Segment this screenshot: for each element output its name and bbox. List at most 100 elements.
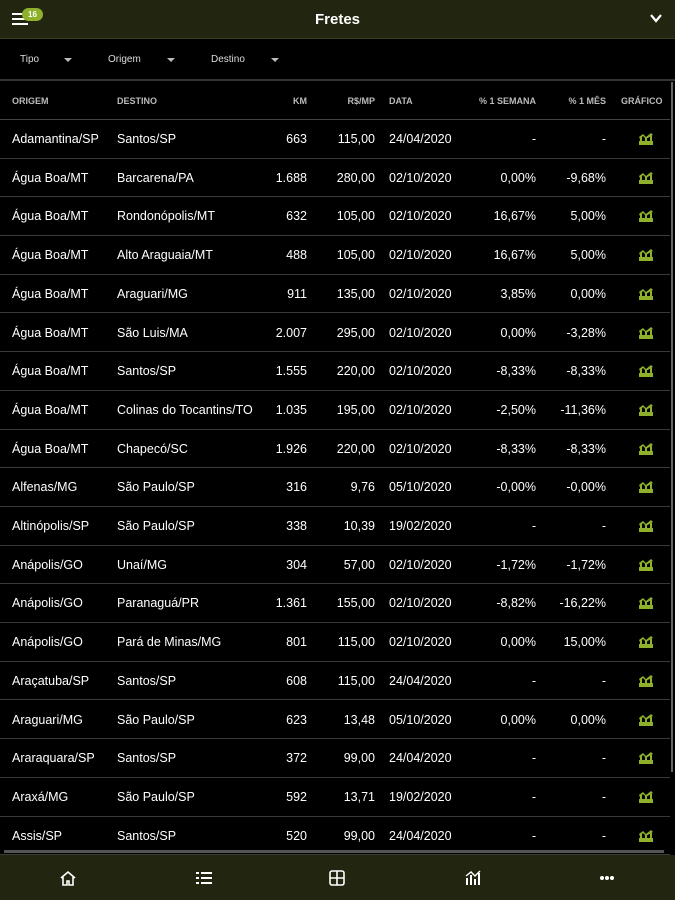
table-row[interactable]: Anápolis/GO Paranaguá/PR 1.361 155,00 02/10/… [0,584,670,624]
cell-destino: São Paulo/SP [117,712,195,727]
table-row[interactable]: Água Boa/MT Chapecó/SC 1.926 220,00 02/10/20… [0,430,670,469]
cell-km: 338 [286,519,307,533]
cell-origem: Anápolis/GO [12,635,83,650]
chart-icon[interactable] [638,558,654,572]
horizontal-scrollbar[interactable] [4,850,664,853]
chart-icon[interactable] [638,635,654,649]
chart-icon[interactable] [638,248,654,262]
chart-icon[interactable] [638,674,654,688]
table-row[interactable]: Água Boa/MT Araguari/MG 911 135,00 02/10/202… [0,275,670,314]
cell-destino: Santos/SP [117,828,177,843]
chart-icon[interactable] [638,480,654,494]
cell-pct-semana: 0,00% [500,325,536,340]
cell-data: 02/10/2020 [389,557,452,572]
table-row[interactable]: Água Boa/MT Rondonópolis/MT 632 105,00 02/10… [0,197,670,237]
more-icon[interactable] [597,869,617,887]
cell-data: 19/02/2020 [389,789,452,804]
chart-icon[interactable] [638,713,654,727]
cell-data: 02/10/2020 [389,402,452,417]
chart-icon[interactable] [638,442,654,456]
cell-rs-mp: 155,00 [336,596,375,611]
home-icon[interactable] [58,869,78,887]
filter-tipo[interactable]: Tipo [20,54,72,65]
cell-pct-semana: 0,00% [500,635,536,650]
filter-label: Origem [108,54,141,65]
table-row[interactable]: Anápolis/GO Pará de Minas/MG 801 115,00 02/1… [0,623,670,662]
cell-km: 1.035 [275,402,307,417]
cell-pct-mes: -8,33% [566,441,606,456]
table-row[interactable]: Água Boa/MT Santos/SP 1.555 220,00 02/10/202… [0,352,670,391]
cell-km: 520 [286,828,307,843]
table-row[interactable]: Araguari/MG São Paulo/SP 623 13,48 05/10/202… [0,701,670,740]
cell-pct-semana: - [531,673,536,688]
cell-origem: Água Boa/MT [12,170,89,185]
table-row[interactable]: Alfenas/MG São Paulo/SP 316 9,76 05/10/2020 -… [0,468,670,507]
table-row[interactable]: Araraquara/SP Santos/SP 372 99,00 24/04/2020… [0,739,670,778]
cell-pct-mes: - [601,673,606,688]
chart-icon[interactable] [638,132,654,146]
cell-km: 911 [287,286,307,301]
cell-rs-mp: 295,00 [336,325,375,340]
filter-origem[interactable]: Origem [108,54,175,65]
chart-icon[interactable] [638,596,654,610]
table-row[interactable]: Altinópolis/SP São Paulo/SP 338 10,39 19/02/… [0,507,670,546]
table-row[interactable]: Água Boa/MT São Luis/MA 2.007 295,00 02/10/2… [0,314,670,353]
col-rs-mp[interactable]: R$/MP [347,96,375,106]
chart-icon[interactable] [638,287,654,301]
table-row[interactable]: Água Boa/MT Alto Araguaia/MT 488 105,00 02/1… [0,236,670,275]
col-mes[interactable]: % 1 MÊS [568,96,606,106]
chart-icon[interactable] [638,790,654,804]
cell-destino: São Luis/MA [117,325,188,340]
cell-data: 02/10/2020 [389,635,452,650]
cell-pct-mes: 5,00% [570,248,606,263]
cell-data: 02/10/2020 [389,441,452,456]
cell-rs-mp: 99,00 [343,751,375,766]
chart-icon[interactable] [638,519,654,533]
vertical-scrollbar[interactable] [671,82,673,772]
filter-destino[interactable]: Destino [211,54,279,65]
cell-pct-semana: -8,33% [496,364,536,379]
table-row[interactable]: Adamantina/SP Santos/SP 663 115,00 24/04/202… [0,120,670,159]
cell-rs-mp: 57,00 [343,557,375,572]
cell-pct-mes: - [601,789,606,804]
cell-data: 24/04/2020 [389,751,452,766]
cell-destino: Colinas do Tocantins/TO [117,402,253,417]
chart-icon[interactable] [638,326,654,340]
cell-data: 02/10/2020 [389,170,452,185]
col-origem[interactable]: ORIGEM [12,96,49,106]
grid-icon[interactable] [327,869,347,887]
chart-icon[interactable] [463,869,483,887]
table-row[interactable]: Araçatuba/SP Santos/SP 608 115,00 24/04/2020… [0,662,670,701]
cell-pct-mes: -8,33% [566,364,606,379]
list-icon[interactable] [194,869,214,887]
cell-origem: Altinópolis/SP [12,519,90,533]
table-row[interactable]: Araxá/MG São Paulo/SP 592 13,71 19/02/2020 - - [0,778,670,817]
cell-origem: Adamantina/SP [12,132,99,146]
cell-km: 632 [286,209,307,224]
col-data[interactable]: DATA [389,96,413,106]
cell-origem: Assis/SP [12,828,63,843]
chart-icon[interactable] [638,829,654,843]
bottom-nav [0,855,675,900]
chart-icon[interactable] [638,364,654,378]
table-row[interactable]: Água Boa/MT Barcarena/PA 1.688 280,00 02/10/… [0,159,670,198]
cell-origem: Água Boa/MT [12,248,89,263]
cell-origem: Água Boa/MT [12,402,89,417]
col-km[interactable]: KM [293,96,307,106]
chart-icon[interactable] [638,171,654,185]
cell-destino: Paranaguá/PR [117,596,200,611]
cell-km: 488 [286,248,307,263]
chevron-down-icon[interactable] [649,11,663,25]
table-row[interactable]: Água Boa/MT Colinas do Tocantins/TO 1.035 1… [0,391,670,430]
cell-data: 02/10/2020 [389,596,452,611]
cell-rs-mp: 13,48 [343,712,375,727]
chart-icon[interactable] [638,209,654,223]
col-semana[interactable]: % 1 SEMANA [479,96,536,106]
cell-rs-mp: 280,00 [336,170,375,185]
cell-destino: Pará de Minas/MG [117,635,222,650]
table-row[interactable]: Anápolis/GO Unaí/MG 304 57,00 02/10/2020 -1,7… [0,546,670,585]
chart-icon[interactable] [638,751,654,765]
col-destino[interactable]: DESTINO [117,96,157,106]
chart-icon[interactable] [638,403,654,417]
cell-rs-mp: 195,00 [336,402,375,417]
